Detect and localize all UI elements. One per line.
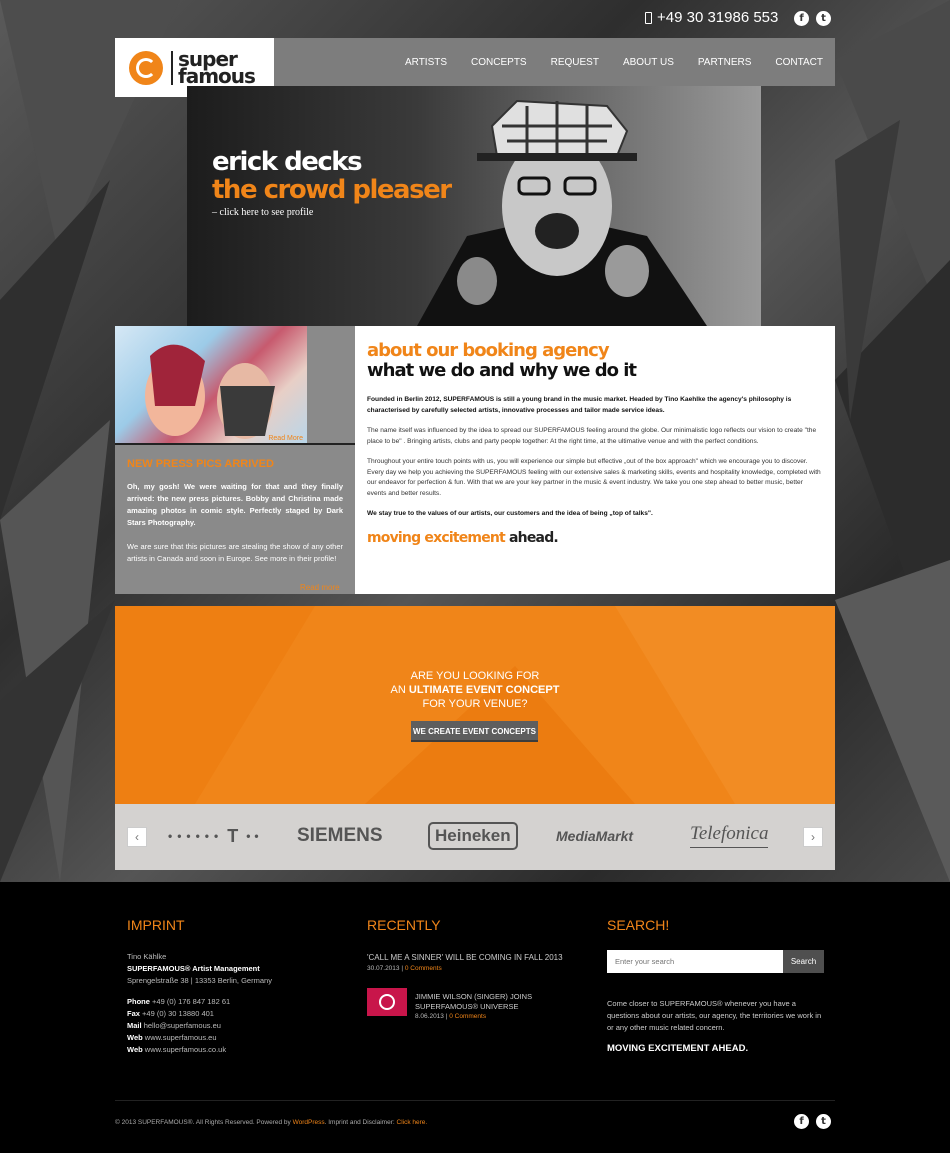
footer-twitter-icon[interactable]: t (816, 1114, 831, 1129)
about-paragraph-2: The name itself was influenced by the id… (367, 427, 817, 445)
carousel-next-icon[interactable]: › (803, 827, 823, 847)
fax-label: Fax (127, 1009, 140, 1018)
imprint-address: Sprengelstraße 38 | 13353 Berlin, German… (127, 976, 272, 985)
recent-post-1-title[interactable]: 'CALL ME A SINNER' WILL BE COMING IN FAL… (367, 952, 587, 964)
cta-line-2-bold: ULTIMATE EVENT CONCEPT (408, 684, 560, 696)
about-heading: about our booking agency (367, 340, 610, 361)
nav-artists[interactable]: ARTISTS (393, 57, 459, 68)
partner-telefonica-logo[interactable]: Telefonica (690, 820, 769, 848)
recent-post-1-date: 30.07.2013 | (367, 965, 404, 972)
nav-concepts[interactable]: CONCEPTS (459, 57, 539, 68)
mail-label: Mail (127, 1021, 142, 1030)
disclaimer-link[interactable]: Click here. (397, 1119, 428, 1126)
cta-line-2: AN ULTIMATE EVENT CONCEPT (115, 684, 835, 696)
about-section: about our booking agency what we do and … (355, 326, 835, 594)
twitter-icon[interactable]: t (816, 11, 831, 26)
footer-divider (115, 1100, 835, 1101)
recent-post-2-thumb-icon[interactable] (367, 988, 407, 1016)
imprint-web-link-2[interactable]: www.superfamous.co.uk (145, 1045, 226, 1054)
nav-request[interactable]: REQUEST (539, 57, 611, 68)
recent-post-2-comments[interactable]: 0 Comments (449, 1013, 486, 1020)
recent-post-2[interactable]: JIMMIE WILSON (SINGER) JOINS SUPERFAMOUS… (415, 992, 575, 1022)
press-photo-figures (145, 344, 275, 439)
recent-post-2-title[interactable]: JIMMIE WILSON (SINGER) JOINS SUPERFAMOUS… (415, 992, 575, 1012)
copyright: © 2013 SUPERFAMOUS®. All Rights Reserved… (115, 1117, 427, 1129)
tagline-dark: ahead. (509, 529, 559, 546)
about-tagline: moving excitement ahead. (367, 530, 823, 546)
search-description: Come closer to SUPERFAMOUS® whenever you… (607, 999, 822, 1032)
disclaimer-text: . Imprint and Disclaimer: (324, 1119, 395, 1126)
press-text-1: Oh, my gosh! We were waiting for that an… (127, 482, 343, 527)
heineken-text: Heineken (428, 822, 518, 850)
phone-text: +49 30 31986 553 (657, 9, 779, 26)
imprint-company: SUPERFAMOUS® Artist Management (127, 964, 260, 973)
logo-line2: famous (178, 63, 256, 88)
about-paragraph-3: Throughout your entire touch points with… (367, 458, 821, 497)
recently-heading: RECENTLY (367, 917, 441, 933)
web-label-1: Web (127, 1033, 143, 1042)
search-button[interactable]: Search (783, 950, 824, 973)
copyright-text: © 2013 SUPERFAMOUS®. All Rights Reserved… (115, 1119, 291, 1126)
press-heading: NEW PRESS PICS ARRIVED (127, 458, 274, 470)
hero-artist-photo (417, 99, 707, 326)
search-input[interactable] (607, 950, 783, 973)
imprint-fax: +49 (0) 30 13880 401 (142, 1009, 214, 1018)
web-label-2: Web (127, 1045, 143, 1054)
phone-icon (645, 11, 652, 24)
nav-contact[interactable]: CONTACT (763, 57, 835, 68)
imprint-block: Tino Kählke SUPERFAMOUS® Artist Manageme… (127, 951, 347, 1056)
footer-facebook-icon[interactable]: f (794, 1114, 809, 1129)
hero-title: erick decks (212, 147, 363, 177)
phone-label: Phone (127, 997, 150, 1006)
sidebar-divider (115, 443, 355, 445)
hero-banner[interactable] (187, 86, 761, 326)
about-intro: Founded in Berlin 2012, SUPERFAMOUS is s… (367, 396, 792, 414)
cta-line-3: FOR YOUR VENUE? (422, 698, 528, 710)
imprint-mail-link[interactable]: hello@superfamous.eu (144, 1021, 221, 1030)
partner-siemens-logo[interactable]: SIEMENS (297, 820, 383, 852)
press-text-2: We are sure that this pictures are steal… (127, 542, 343, 563)
partner-telekom-logo[interactable]: •••••• T •• (168, 820, 263, 852)
imprint-heading: IMPRINT (127, 917, 185, 933)
tagline-orange: moving excitement (367, 529, 506, 546)
nav-partners[interactable]: PARTNERS (686, 57, 764, 68)
wordpress-link[interactable]: WordPress (293, 1119, 325, 1126)
search-heading: SEARCH! (607, 917, 670, 933)
topbar: +49 30 31986 553 f t (0, 0, 950, 38)
telekom-text: T (227, 825, 243, 846)
footer-tagline: MOVING EXCITEMENT AHEAD. (607, 1043, 749, 1054)
facebook-icon[interactable]: f (794, 11, 809, 26)
recent-post-1-comments[interactable]: 0 Comments (405, 965, 442, 972)
phone-number[interactable]: +49 30 31986 553 (645, 9, 778, 26)
recent-post-2-date: 8.06.2013 | (415, 1013, 448, 1020)
imprint-name: Tino Kählke (127, 952, 167, 961)
logo-mark-icon (129, 50, 163, 85)
recent-post-1[interactable]: 'CALL ME A SINNER' WILL BE COMING IN FAL… (367, 952, 587, 974)
press-photo[interactable]: Read More (115, 326, 307, 444)
hero-subtitle: the crowd pleaser (212, 175, 452, 205)
imprint-phone: +49 (0) 176 847 182 61 (152, 997, 231, 1006)
hero-profile-link[interactable]: – click here to see profile (212, 207, 313, 218)
event-concepts-button[interactable]: WE CREATE EVENT CONCEPTS (411, 721, 538, 742)
partner-heineken-logo[interactable]: Heineken (428, 820, 518, 852)
about-paragraph-4: We stay true to the values of our artist… (367, 510, 653, 517)
nav-about-us[interactable]: ABOUT US (611, 57, 686, 68)
carousel-prev-icon[interactable]: ‹ (127, 827, 147, 847)
event-concept-banner: ARE YOU LOOKING FOR AN ULTIMATE EVENT CO… (115, 606, 835, 804)
about-subheading: what we do and why we do it (367, 360, 637, 381)
main-nav: ARTISTS CONCEPTS REQUEST ABOUT US PARTNE… (393, 38, 835, 86)
cta-line-1: ARE YOU LOOKING FOR (410, 670, 540, 682)
partner-mediamarkt-logo[interactable]: MediaMarkt (556, 820, 633, 852)
imprint-web-link-1[interactable]: www.superfamous.eu (145, 1033, 217, 1042)
cta-line-2-pre: AN (390, 684, 409, 696)
press-photo-caption[interactable]: Read More (268, 435, 303, 442)
logo-text: super famous (171, 49, 256, 88)
read-more-link[interactable]: Read more (300, 583, 340, 592)
